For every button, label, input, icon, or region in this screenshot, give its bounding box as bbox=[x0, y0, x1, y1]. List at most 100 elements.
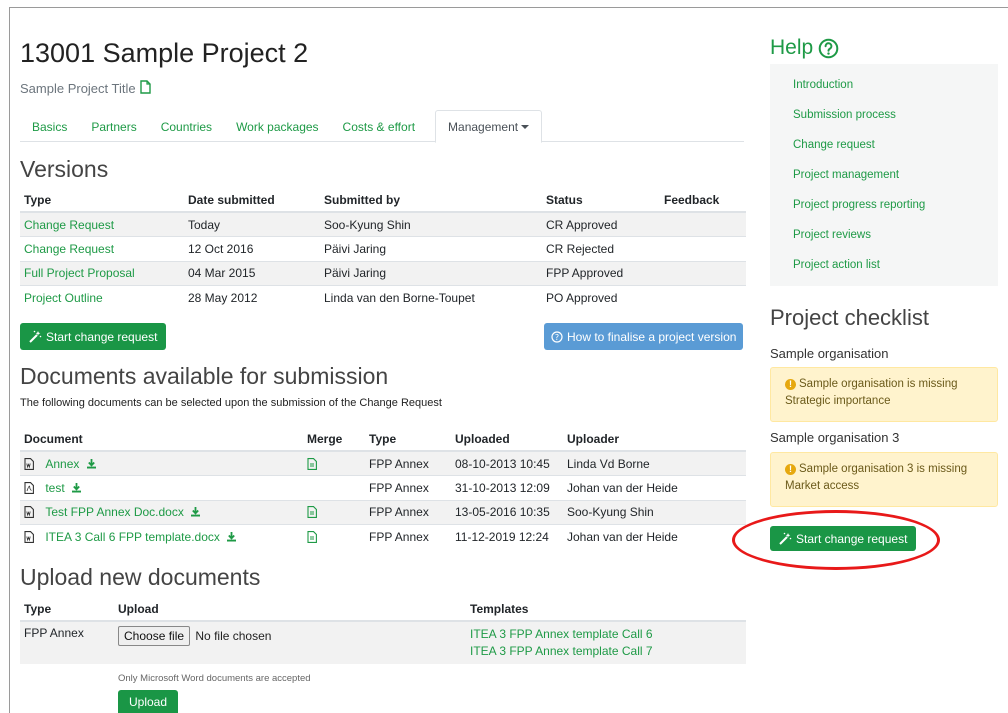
project-subtitle: Sample Project Title bbox=[20, 80, 151, 97]
help-item-progress-reporting[interactable]: Project progress reporting bbox=[793, 199, 925, 211]
column-header: Type bbox=[20, 189, 184, 213]
table-row: Project Outline 28 May 2012 Linda van de… bbox=[20, 285, 746, 310]
file-word-icon bbox=[24, 457, 34, 470]
tab-management-label: Management bbox=[448, 120, 519, 134]
column-header: Date submitted bbox=[184, 189, 320, 213]
column-header: Uploaded bbox=[451, 427, 563, 452]
warning-alert: ! Sample organisation 3 is missing Market… bbox=[770, 452, 998, 507]
version-status: FPP Approved bbox=[542, 260, 660, 286]
version-date: 12 Oct 2016 bbox=[184, 236, 320, 261]
upload-button[interactable]: Upload bbox=[118, 690, 179, 713]
highlight-annotation bbox=[732, 510, 940, 570]
version-status: CR Rejected bbox=[542, 236, 660, 261]
document-uploader: Soo-Kyung Shin bbox=[563, 499, 746, 525]
question-circle-icon[interactable] bbox=[818, 38, 839, 59]
question-circle-icon: ? bbox=[551, 330, 563, 343]
version-type-link[interactable]: Full Project Proposal bbox=[24, 266, 135, 280]
tab-countries[interactable]: Countries bbox=[149, 110, 224, 142]
upload-table: Type Upload Templates FPP Annex Choose f… bbox=[20, 598, 746, 664]
exclamation-icon: ! bbox=[785, 379, 796, 390]
start-change-request-button[interactable]: Start change request bbox=[20, 323, 167, 350]
version-date: 04 Mar 2015 bbox=[184, 260, 320, 286]
help-item-project-reviews[interactable]: Project reviews bbox=[793, 229, 871, 241]
merge-file-icon[interactable] bbox=[307, 457, 317, 470]
column-header: Upload bbox=[114, 598, 466, 622]
version-submitter: Soo-Kyung Shin bbox=[320, 211, 542, 237]
document-type: FPP Annex bbox=[365, 499, 451, 525]
template-link-call-7[interactable]: ITEA 3 FPP Annex template Call 7 bbox=[470, 644, 653, 658]
upload-type: FPP Annex bbox=[20, 620, 114, 664]
download-icon[interactable] bbox=[190, 506, 201, 517]
download-icon[interactable] bbox=[71, 482, 82, 493]
document-name-link[interactable]: test bbox=[45, 481, 64, 495]
upload-heading: Upload new documents bbox=[20, 564, 261, 590]
document-type: FPP Annex bbox=[365, 524, 451, 549]
document-uploaded: 08-10-2013 10:45 bbox=[451, 450, 563, 476]
download-icon[interactable] bbox=[226, 531, 237, 542]
version-date: 28 May 2012 bbox=[184, 285, 320, 310]
tab-costs-effort[interactable]: Costs & effort bbox=[331, 110, 427, 142]
document-name-link[interactable]: ITEA 3 Call 6 FPP template.docx bbox=[45, 530, 220, 544]
merge-file-icon[interactable] bbox=[307, 506, 317, 519]
no-file-chosen-text: No file chosen bbox=[195, 629, 272, 643]
caret-down-icon bbox=[521, 125, 530, 129]
document-uploaded: 31-10-2013 12:09 bbox=[451, 475, 563, 500]
table-row: Test FPP Annex Doc.docx FPP Annex 13-05-… bbox=[20, 499, 746, 525]
table-row: Full Project Proposal 04 Mar 2015 Päivi … bbox=[20, 260, 746, 286]
version-status: CR Approved bbox=[542, 211, 660, 237]
help-item-project-management[interactable]: Project management bbox=[793, 169, 899, 181]
version-feedback bbox=[660, 260, 746, 286]
version-submitter: Linda van den Borne-Toupet bbox=[320, 285, 542, 310]
table-row: Change Request 12 Oct 2016 Päivi Jaring … bbox=[20, 236, 746, 261]
table-row: ITEA 3 Call 6 FPP template.docx FPP Anne… bbox=[20, 524, 746, 549]
table-row: FPP Annex Choose file No file chosen ITE… bbox=[20, 620, 746, 664]
table-row: Annex FPP Annex 08-10-2013 10:45 Linda V… bbox=[20, 450, 746, 476]
choose-file-button[interactable]: Choose file bbox=[118, 626, 191, 646]
help-item-introduction[interactable]: Introduction bbox=[793, 79, 853, 91]
version-submitter: Päivi Jaring bbox=[320, 236, 542, 261]
project-subtitle-text: Sample Project Title bbox=[20, 81, 136, 96]
table-row: Change Request Today Soo-Kyung Shin CR A… bbox=[20, 211, 746, 237]
version-feedback bbox=[660, 211, 746, 237]
documents-intro: The following documents can be selected … bbox=[20, 397, 442, 409]
tab-basics[interactable]: Basics bbox=[20, 110, 79, 142]
document-name-link[interactable]: Test FPP Annex Doc.docx bbox=[45, 505, 184, 519]
help-title: Help bbox=[770, 36, 814, 59]
column-header: Type bbox=[365, 427, 451, 452]
help-menu: Introduction Submission process Change r… bbox=[770, 64, 998, 286]
document-type: FPP Annex bbox=[365, 450, 451, 476]
file-word-icon bbox=[24, 506, 34, 519]
download-icon[interactable] bbox=[86, 458, 97, 469]
help-item-submission-process[interactable]: Submission process bbox=[793, 109, 896, 121]
how-to-finalise-button[interactable]: ? How to finalise a project version bbox=[544, 323, 744, 350]
version-type-link[interactable]: Change Request bbox=[24, 242, 114, 256]
version-feedback bbox=[660, 285, 746, 310]
org-name: Sample organisation bbox=[770, 346, 889, 361]
tab-management[interactable]: Management bbox=[435, 110, 543, 143]
how-to-finalise-label: How to finalise a project version bbox=[567, 329, 737, 344]
tab-partners[interactable]: Partners bbox=[79, 110, 148, 142]
tab-work-packages[interactable]: Work packages bbox=[224, 110, 330, 142]
document-uploader: Linda Vd Borne bbox=[563, 450, 746, 476]
template-link-call-6[interactable]: ITEA 3 FPP Annex template Call 6 bbox=[470, 627, 653, 641]
help-item-change-request[interactable]: Change request bbox=[793, 139, 875, 151]
document-name-link[interactable]: Annex bbox=[45, 457, 79, 471]
start-change-request-label: Start change request bbox=[46, 329, 158, 344]
column-header: Merge bbox=[303, 427, 365, 452]
merge-file-icon[interactable] bbox=[307, 531, 317, 543]
document-icon[interactable] bbox=[139, 80, 151, 97]
version-status: PO Approved bbox=[542, 285, 660, 310]
versions-table: Type Date submitted Submitted by Status … bbox=[20, 189, 746, 310]
column-header: Document bbox=[20, 427, 303, 452]
column-header: Uploader bbox=[563, 427, 746, 452]
org-name: Sample organisation 3 bbox=[770, 430, 900, 445]
version-type-link[interactable]: Change Request bbox=[24, 218, 114, 232]
column-header: Submitted by bbox=[320, 189, 542, 213]
help-heading: Help bbox=[770, 36, 839, 60]
version-type-link[interactable]: Project Outline bbox=[24, 291, 103, 305]
document-uploaded: 13-05-2016 10:35 bbox=[451, 499, 563, 525]
column-header: Feedback bbox=[660, 189, 746, 213]
help-item-action-list[interactable]: Project action list bbox=[793, 259, 880, 271]
column-header: Status bbox=[542, 189, 660, 213]
version-feedback bbox=[660, 236, 746, 261]
